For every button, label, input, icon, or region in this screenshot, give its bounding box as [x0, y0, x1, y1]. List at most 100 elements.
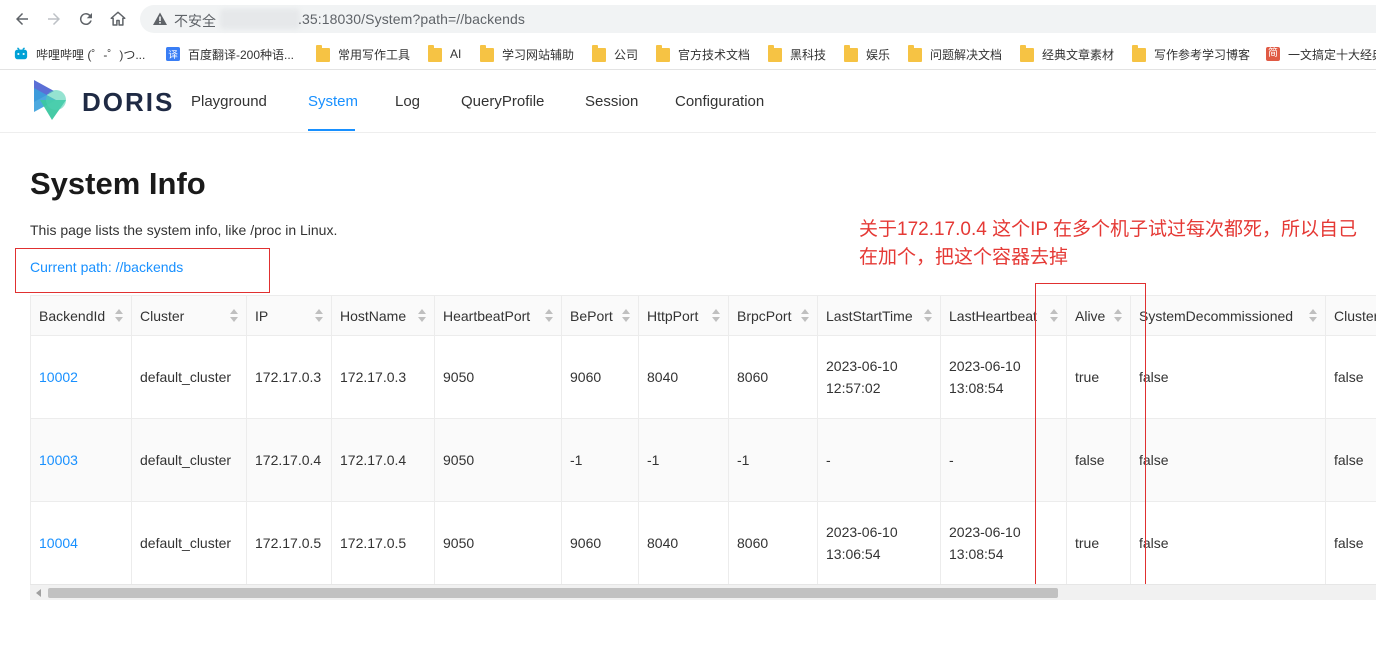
bookmark-item[interactable]: 娱乐	[844, 44, 890, 64]
warning-icon	[153, 12, 167, 25]
sort-icon[interactable]	[924, 309, 932, 323]
bookmark-item[interactable]: AI	[428, 44, 461, 64]
bookmark-item[interactable]: 学习网站辅助	[480, 44, 574, 64]
active-tab-indicator	[308, 129, 355, 131]
table-cell: 8060	[728, 335, 818, 419]
nav-tab-session[interactable]: Session	[585, 93, 638, 110]
bookmark-item[interactable]: 哔哩哔哩 (゜-゜)つ...	[14, 44, 145, 64]
sort-icon[interactable]	[418, 309, 426, 323]
column-header-heartbeatport[interactable]: HeartbeatPort	[434, 295, 562, 336]
url-redacted	[220, 9, 300, 29]
jian-icon: 简	[1266, 47, 1280, 61]
sort-icon[interactable]	[622, 309, 630, 323]
table-cell: 2023-06-10 12:57:02	[817, 335, 941, 419]
column-header-beport[interactable]: BePort	[561, 295, 639, 336]
column-header-laststarttime[interactable]: LastStartTime	[817, 295, 941, 336]
page-title: System Info	[30, 166, 206, 201]
folder-icon	[592, 44, 606, 62]
table-cell: -1	[638, 418, 729, 502]
app-header: DORIS Playground System Log QueryProfile…	[0, 71, 1376, 133]
table-cell: 8060	[728, 501, 818, 584]
bookmark-item[interactable]: 黑科技	[768, 44, 826, 64]
folder-icon	[908, 44, 922, 62]
table-cell: 172.17.0.5	[331, 501, 435, 584]
insecure-label: 不安全	[174, 13, 216, 29]
table-header-row: BackendId Cluster IP HostName HeartbeatP…	[30, 295, 1376, 336]
sort-icon[interactable]	[801, 309, 809, 323]
nav-tab-queryprofile[interactable]: QueryProfile	[461, 93, 544, 110]
back-arrow-icon[interactable]	[11, 8, 33, 30]
sort-icon[interactable]	[545, 309, 553, 323]
horizontal-scrollbar[interactable]	[30, 584, 1376, 600]
table-cell: false	[1325, 335, 1376, 419]
nav-tab-log[interactable]: Log	[395, 93, 420, 110]
table-cell: false	[1325, 501, 1376, 584]
table-cell: 9060	[561, 335, 639, 419]
doris-logo-icon[interactable]	[32, 78, 72, 124]
nav-tab-configuration[interactable]: Configuration	[675, 93, 764, 110]
annotation-box-path	[15, 248, 270, 293]
annotation-text: 关于172.17.0.4 这个IP 在多个机子试过每次都死，所以自己在加个，把这…	[859, 219, 1357, 268]
scroll-left-arrow-icon[interactable]	[36, 589, 41, 597]
bookmark-item[interactable]: 简 一文搞定十大经典	[1266, 44, 1376, 64]
page-description: This page lists the system info, like /p…	[30, 222, 338, 238]
table-cell: 172.17.0.4	[331, 418, 435, 502]
table-cell: false	[1325, 418, 1376, 502]
bookmarks-bar: 哔哩哔哩 (゜-゜)つ... 译 百度翻译-200种语... 常用写作工具 AI…	[0, 38, 1376, 70]
sort-icon[interactable]	[712, 309, 720, 323]
column-header-brpcport[interactable]: BrpcPort	[728, 295, 818, 336]
bookmark-item[interactable]: 译 百度翻译-200种语...	[166, 44, 294, 64]
column-header-httpport[interactable]: HttpPort	[638, 295, 729, 336]
bilibili-icon	[14, 47, 28, 60]
bookmark-item[interactable]: 经典文章素材	[1020, 44, 1114, 64]
sort-icon[interactable]	[230, 309, 238, 323]
url-text[interactable]: .35:18030/System?path=//backends	[298, 11, 525, 27]
bookmark-item[interactable]: 公司	[592, 44, 638, 64]
bookmark-item[interactable]: 官方技术文档	[656, 44, 750, 64]
bookmark-item[interactable]: 常用写作工具	[316, 44, 410, 64]
folder-icon	[316, 44, 330, 62]
table-cell: 172.17.0.4	[246, 418, 332, 502]
column-header-ip[interactable]: IP	[246, 295, 332, 336]
forward-arrow-icon[interactable]	[43, 8, 65, 30]
table-cell: 172.17.0.5	[246, 501, 332, 584]
table-cell: -	[817, 418, 941, 502]
folder-icon	[768, 44, 782, 62]
table-cell: false	[1130, 418, 1326, 502]
folder-icon	[480, 44, 494, 62]
reload-icon[interactable]	[75, 8, 97, 30]
home-icon[interactable]	[107, 8, 129, 30]
nav-tab-system[interactable]: System	[308, 93, 358, 110]
column-header-systemdecommissioned[interactable]: SystemDecommissioned	[1130, 295, 1326, 336]
browser-toolbar: 不安全 .35:18030/System?path=//backends	[0, 0, 1376, 38]
logo-text: DORIS	[82, 87, 175, 117]
nav-tab-playground[interactable]: Playground	[191, 93, 267, 110]
folder-icon	[844, 44, 858, 62]
translate-icon: 译	[166, 47, 180, 61]
table-row: 10004 default_cluster 172.17.0.5 172.17.…	[30, 501, 1376, 584]
backend-id-link[interactable]: 10003	[30, 418, 132, 502]
table-cell: 8040	[638, 501, 729, 584]
backend-id-link[interactable]: 10002	[30, 335, 132, 419]
table-cell: default_cluster	[131, 335, 247, 419]
folder-icon	[656, 44, 670, 62]
column-header-cluster[interactable]: Cluster	[131, 295, 247, 336]
bookmark-item[interactable]: 写作参考学习博客	[1132, 44, 1250, 64]
table-cell: 172.17.0.3	[246, 335, 332, 419]
bookmark-item[interactable]: 问题解决文档	[908, 44, 1002, 64]
table-cell: 2023-06-10 13:06:54	[817, 501, 941, 584]
scrollbar-thumb[interactable]	[48, 588, 1058, 598]
backend-id-link[interactable]: 10004	[30, 501, 132, 584]
table-cell: default_cluster	[131, 501, 247, 584]
column-header-backendid[interactable]: BackendId	[30, 295, 132, 336]
sort-icon[interactable]	[315, 309, 323, 323]
column-header-hostname[interactable]: HostName	[331, 295, 435, 336]
column-header-clusterdecommissioned[interactable]: ClusterDecommissioned	[1325, 295, 1376, 336]
table-row: 10002 default_cluster 172.17.0.3 172.17.…	[30, 335, 1376, 419]
table-cell: 9050	[434, 501, 562, 584]
table-cell: 9060	[561, 501, 639, 584]
sort-icon[interactable]	[115, 309, 123, 323]
address-bar[interactable]: 不安全 .35:18030/System?path=//backends	[140, 5, 1376, 33]
backends-table: BackendId Cluster IP HostName HeartbeatP…	[30, 295, 1376, 584]
sort-icon[interactable]	[1309, 309, 1317, 323]
